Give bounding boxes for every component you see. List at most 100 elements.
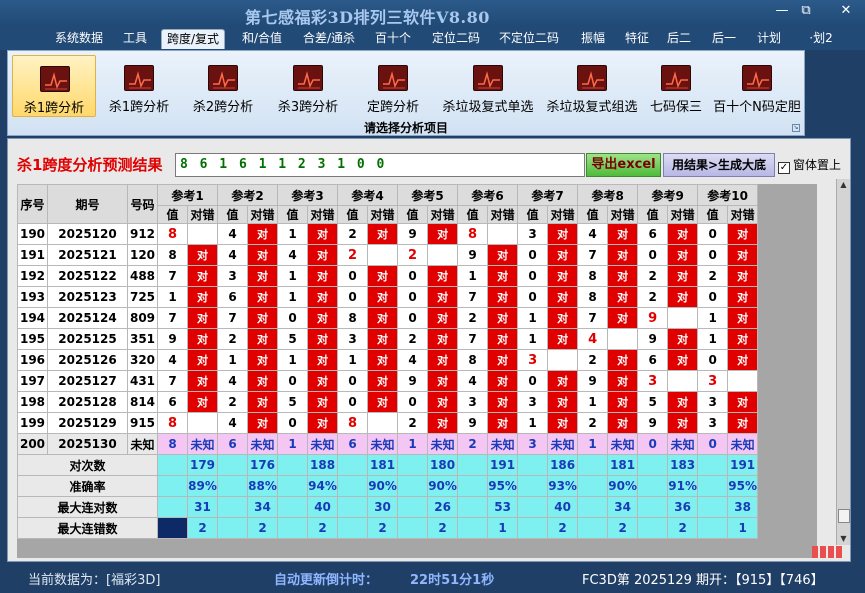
hit-subheader: 对错 (186, 205, 219, 224)
menu-item-11[interactable]: 后二 (664, 29, 694, 49)
ribbon-button-9[interactable]: 百十个N码定胆 (708, 55, 806, 117)
seq-cell: 195 (17, 328, 48, 350)
minimize-button[interactable]: — (772, 2, 792, 20)
table-row[interactable]: 191 2025121 120 8 对 4 对 4 对 2 2 9 对 0 对 7 对 0 对 0 对 (17, 244, 759, 266)
hit-cell: 对 (367, 265, 399, 287)
value-cell: 2 (577, 412, 609, 434)
close-button[interactable]: ✕ (836, 2, 856, 20)
table-row-pending[interactable]: 200 2025130 未知 8 未知 6 未知 1 未知 6 未知 1 未知 2 未知 3 未知 1 未知 0 未知 0… (17, 433, 759, 455)
value-cell: 3 (517, 349, 549, 371)
ribbon-button-7[interactable]: 杀垃圾复式组选 (542, 55, 642, 117)
check-icon[interactable]: ✓ (778, 162, 790, 174)
menu-item-6[interactable]: 百十个 (373, 29, 413, 49)
value-cell: 3 (217, 265, 249, 287)
table-row[interactable]: 190 2025120 912 8 4 对 1 对 2 对 9 对 8 3 对 4 对 6 对 0 对 (17, 223, 759, 245)
menu-item-14[interactable]: ·划2 (806, 29, 836, 49)
value-cell: 5 (637, 391, 669, 413)
analysis-grid[interactable]: 序号 期号 号码 参考1 参考2 参考3 参考4 参考5 参考6 参考7 参考8 参考9 参考10 值对错… (17, 184, 817, 558)
menu-item-13[interactable]: 计划 (754, 29, 784, 49)
value-cell: 9 (457, 244, 489, 266)
table-row[interactable]: 194 2025124 809 7 对 7 对 0 对 8 对 0 对 2 对 1 对 7 对 9 1 对 (17, 307, 759, 329)
menu-item-1[interactable]: 系统数据 (53, 29, 105, 49)
stats-value: 179 (186, 454, 219, 476)
stats-blank (277, 454, 309, 476)
value-cell: 0 (637, 433, 669, 455)
hit-cell: 对 (607, 370, 639, 392)
stats-blank (157, 475, 188, 497)
table-row[interactable]: 198 2025128 814 6 对 2 对 5 对 0 对 0 对 3 对 3 对 1 对 5 对 3 对 (17, 391, 759, 413)
table-row[interactable]: 197 2025127 431 7 对 4 对 0 对 0 对 9 对 4 对 0 对 9 对 3 3 (17, 370, 759, 392)
menu-item-8[interactable]: 不定位二码 (495, 29, 563, 49)
ribbon-button-2[interactable]: 杀1跨分析 (97, 55, 181, 117)
stats-label: 最大连错数 (17, 517, 158, 539)
menu-item-9[interactable]: 振幅 (577, 29, 609, 49)
ribbon-button-8[interactable]: 七码保三 (641, 55, 711, 117)
value-cell: 8 (337, 307, 369, 329)
stats-value: 90% (367, 475, 399, 497)
hit-cell: 对 (667, 286, 699, 308)
hit-cell: 对 (427, 328, 459, 350)
hit-subheader: 对错 (427, 205, 459, 224)
value-cell: 7 (457, 286, 489, 308)
topmost-label: 窗体置上 (793, 158, 842, 172)
seq-cell: 194 (17, 307, 48, 329)
scroll-down-icon[interactable]: ▼ (837, 533, 850, 545)
seq-cell: 200 (17, 433, 48, 455)
value-cell: 9 (457, 412, 489, 434)
ribbon-button-label: 杀3跨分析 (277, 100, 339, 115)
table-row[interactable]: 195 2025125 351 9 对 2 对 5 对 3 对 2 对 7 对 1 对 4 9 对 1 对 (17, 328, 759, 350)
hit-subheader: 对错 (487, 205, 519, 224)
menu-item-3[interactable]: 跨度/复式 (161, 29, 225, 49)
value-cell: 0 (697, 223, 729, 245)
seq-cell: 191 (17, 244, 48, 266)
table-row[interactable]: 196 2025126 320 4 对 1 对 1 对 1 对 4 对 8 对 3 2 对 6 对 0 对 (17, 349, 759, 371)
seq-cell: 197 (17, 370, 48, 392)
menu-item-4[interactable]: 和/合值 (238, 29, 286, 49)
value-cell: 8 (157, 433, 188, 455)
value-cell: 0 (277, 412, 309, 434)
menu-item-10[interactable]: 特征 (622, 29, 652, 49)
ref-header: 参考9 (637, 184, 699, 206)
stats-value: 91% (667, 475, 699, 497)
hit-cell: 对 (487, 265, 519, 287)
miss-cell (547, 349, 579, 371)
menu-item-2[interactable]: 工具 (120, 29, 150, 49)
scroll-up-icon[interactable]: ▲ (837, 179, 850, 191)
ribbon-button-5[interactable]: 定跨分析 (351, 55, 435, 117)
topmost-checkbox[interactable]: ✓ 窗体置上 (778, 156, 841, 174)
table-row[interactable]: 193 2025123 725 1 对 6 对 1 对 0 对 0 对 7 对 0 对 8 对 2 对 0 对 (17, 286, 759, 308)
menu-item-12[interactable]: 后一 (709, 29, 739, 49)
hit-cell: 对 (727, 265, 759, 287)
table-row[interactable]: 199 2025129 915 8 4 对 0 对 8 2 对 9 对 1 对 2 对 9 对 3 对 (17, 412, 759, 434)
hit-cell: 对 (607, 412, 639, 434)
scrollbar-thumb[interactable] (838, 509, 850, 523)
menu-item-5[interactable]: 合差/通杀 (300, 29, 358, 49)
value-cell: 0 (517, 370, 549, 392)
stats-value: 2 (667, 517, 699, 539)
result-field[interactable]: 8 6 1 6 1 1 2 3 1 0 0 (175, 153, 585, 177)
stats-value: 38 (727, 496, 759, 518)
chart-icon (661, 65, 691, 91)
stats-value: 34 (607, 496, 639, 518)
hit-cell: 对 (367, 391, 399, 413)
ribbon-button-1[interactable]: 杀1跨分析 (12, 55, 96, 117)
hit-cell: 对 (186, 307, 219, 329)
vertical-scrollbar[interactable]: ▲ ▼ (836, 179, 850, 545)
ribbon-button-3[interactable]: 杀2跨分析 (181, 55, 265, 117)
value-cell: 9 (397, 370, 429, 392)
menu-item-7[interactable]: 定位二码 (428, 29, 484, 49)
miss-cell (607, 328, 639, 350)
stats-row: 对次数 179 176 188 181 180 191 186 181 183 191 (17, 454, 759, 476)
generate-base-button[interactable]: 用结果>生成大底 (663, 153, 775, 177)
resize-grip[interactable] (812, 546, 848, 560)
export-excel-button[interactable]: 导出excel (586, 153, 661, 177)
stats-blank (337, 475, 369, 497)
ribbon-panel: 杀1跨分析 杀1跨分析 杀2跨分析 杀3跨分析 定跨分析 杀垃圾复式单选 杀垃圾复式组选 七码… (7, 50, 805, 136)
table-row[interactable]: 192 2025122 488 7 对 3 对 1 对 0 对 0 对 1 对 0 对 8 对 2 对 2 对 (17, 265, 759, 287)
hit-cell: 对 (727, 244, 759, 266)
ribbon-expand-icon[interactable]: ↘ (792, 124, 800, 132)
ribbon-button-6[interactable]: 杀垃圾复式单选 (438, 55, 538, 117)
maximize-button[interactable]: ⧉ (796, 2, 816, 20)
ref-header: 参考7 (517, 184, 579, 206)
ribbon-button-4[interactable]: 杀3跨分析 (266, 55, 350, 117)
